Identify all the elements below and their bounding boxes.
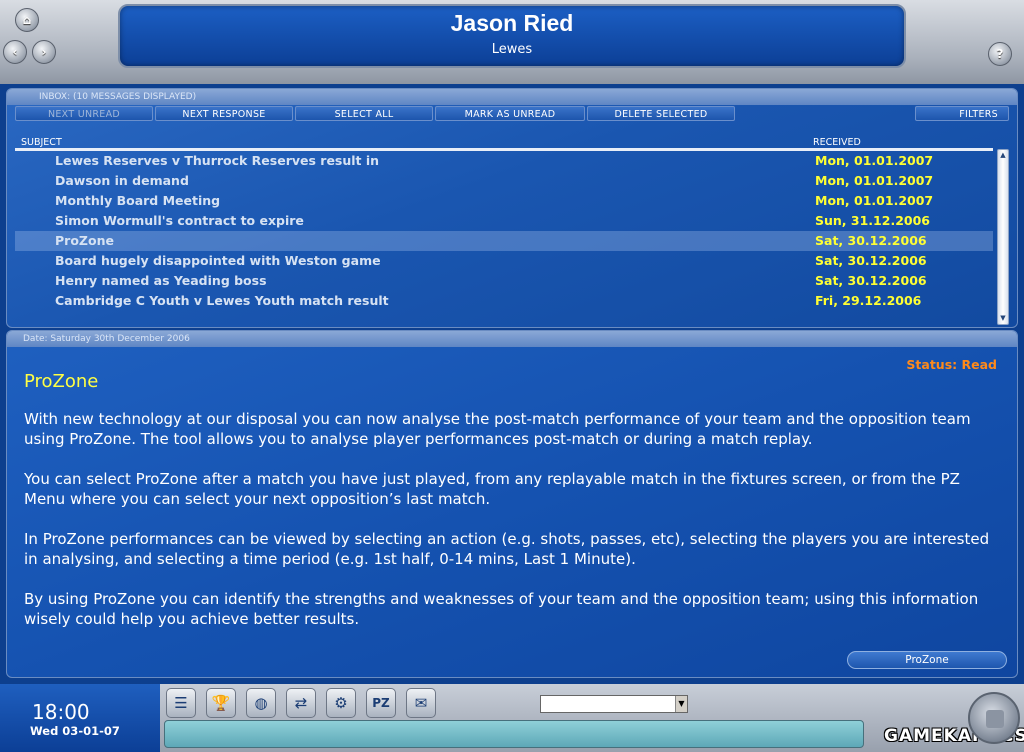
next-unread-button[interactable]: NEXT UNREAD bbox=[15, 106, 153, 121]
home-icon[interactable]: ⌂ bbox=[15, 8, 39, 32]
scroll-up-icon[interactable]: ▲ bbox=[998, 150, 1008, 161]
news-ticker bbox=[164, 720, 864, 748]
message-received: Mon, 01.01.2007 bbox=[815, 153, 934, 168]
message-received: Sat, 30.12.2006 bbox=[815, 273, 927, 288]
message-title: ProZone bbox=[24, 371, 99, 392]
message-subject: ProZone bbox=[55, 233, 114, 248]
message-received: Sat, 30.12.2006 bbox=[815, 233, 927, 248]
transfer-icon[interactable]: ⇄ bbox=[286, 688, 316, 718]
message-subject: Board hugely disappointed with Weston ga… bbox=[55, 253, 381, 268]
inbox-panel: INBOX: (10 MESSAGES DISPLAYED) NEXT UNRE… bbox=[6, 88, 1018, 328]
status-badge: Status: Read bbox=[906, 357, 997, 372]
club-name[interactable]: Lewes bbox=[120, 42, 904, 57]
game-date: Wed 03-01-07 bbox=[30, 724, 120, 738]
clock-panel: 18:00 Wed 03-01-07 bbox=[0, 684, 160, 752]
forward-arrow-icon[interactable]: › bbox=[32, 40, 56, 64]
message-subject: Monthly Board Meeting bbox=[55, 193, 221, 208]
message-date: Date: Saturday 30th December 2006 bbox=[7, 331, 1017, 347]
message-received: Sat, 30.12.2006 bbox=[815, 253, 927, 268]
message-subject: Dawson in demand bbox=[55, 173, 189, 188]
message-received: Fri, 29.12.2006 bbox=[815, 293, 922, 308]
next-response-button[interactable]: NEXT RESPONSE bbox=[155, 106, 293, 121]
title-panel: Jason Ried Lewes bbox=[118, 4, 906, 68]
message-body: With new technology at our disposal you … bbox=[24, 409, 994, 649]
message-received: Sun, 31.12.2006 bbox=[815, 213, 930, 228]
top-bar: ⌂ ‹ › Jason Ried Lewes ? bbox=[0, 0, 1024, 84]
message-subject: Henry named as Yeading boss bbox=[55, 273, 267, 288]
mail-icon[interactable]: ✉ bbox=[406, 688, 436, 718]
continue-button[interactable] bbox=[968, 692, 1020, 744]
gear-icon[interactable]: ⚙ bbox=[326, 688, 356, 718]
message-list-scrollbar[interactable]: ▲ ▼ bbox=[997, 149, 1009, 325]
message-received: Mon, 01.01.2007 bbox=[815, 173, 934, 188]
manager-name: Jason Ried bbox=[450, 10, 574, 36]
message-panel: Date: Saturday 30th December 2006 Status… bbox=[6, 330, 1018, 678]
filters-button[interactable]: FILTERS bbox=[915, 106, 1009, 121]
list-item[interactable]: Simon Wormull's contract to expire Sun, … bbox=[15, 211, 993, 231]
list-item[interactable]: Dawson in demand Mon, 01.01.2007 bbox=[15, 171, 993, 191]
message-subject: Lewes Reserves v Thurrock Reserves resul… bbox=[55, 153, 380, 168]
back-arrow-icon[interactable]: ‹ bbox=[3, 40, 27, 64]
delete-selected-button[interactable]: DELETE SELECTED bbox=[587, 106, 735, 121]
message-subject: Simon Wormull's contract to expire bbox=[55, 213, 304, 228]
chevron-down-icon[interactable]: ▼ bbox=[675, 696, 687, 712]
list-item[interactable]: Henry named as Yeading boss Sat, 30.12.2… bbox=[15, 271, 993, 291]
trophy-icon[interactable]: 🏆 bbox=[206, 688, 236, 718]
select-all-button[interactable]: SELECT ALL bbox=[295, 106, 433, 121]
help-icon[interactable]: ? bbox=[988, 42, 1012, 66]
inbox-toolbar: NEXT UNREAD NEXT RESPONSE SELECT ALL MAR… bbox=[7, 106, 1017, 122]
inbox-header: INBOX: (10 MESSAGES DISPLAYED) bbox=[7, 89, 1017, 105]
message-list: Lewes Reserves v Thurrock Reserves resul… bbox=[15, 151, 993, 311]
menu-icon[interactable]: ☰ bbox=[166, 688, 196, 718]
globe-icon[interactable]: ◍ bbox=[246, 688, 276, 718]
message-subject: Cambridge C Youth v Lewes Youth match re… bbox=[55, 293, 389, 308]
scroll-down-icon[interactable]: ▼ bbox=[998, 313, 1008, 324]
message-received: Mon, 01.01.2007 bbox=[815, 193, 934, 208]
continue-icon bbox=[986, 710, 1004, 728]
list-item[interactable]: Cambridge C Youth v Lewes Youth match re… bbox=[15, 291, 993, 311]
message-paragraph: In ProZone performances can be viewed by… bbox=[24, 530, 990, 568]
prozone-icon[interactable]: PZ bbox=[366, 688, 396, 718]
list-item[interactable]: Lewes Reserves v Thurrock Reserves resul… bbox=[15, 151, 993, 171]
prozone-button[interactable]: ProZone bbox=[847, 651, 1007, 669]
message-paragraph: By using ProZone you can identify the st… bbox=[24, 590, 979, 628]
list-item-selected[interactable]: ProZone Sat, 30.12.2006 bbox=[15, 231, 993, 251]
subject-column-header[interactable]: SUBJECT bbox=[21, 137, 62, 148]
mark-as-unread-button[interactable]: MARK AS UNREAD bbox=[435, 106, 585, 121]
game-time: 18:00 bbox=[32, 700, 90, 724]
received-column-header[interactable]: RECEIVED bbox=[813, 137, 861, 148]
list-item[interactable]: Monthly Board Meeting Mon, 01.01.2007 bbox=[15, 191, 993, 211]
list-item[interactable]: Board hugely disappointed with Weston ga… bbox=[15, 251, 993, 271]
bottom-bar: 18:00 Wed 03-01-07 ☰ 🏆 ◍ ⇄ ⚙ PZ ✉ ▼ GAME… bbox=[0, 684, 1024, 752]
quick-select-dropdown[interactable]: ▼ bbox=[540, 695, 688, 713]
message-paragraph: You can select ProZone after a match you… bbox=[24, 470, 960, 508]
message-paragraph: With new technology at our disposal you … bbox=[24, 410, 971, 448]
